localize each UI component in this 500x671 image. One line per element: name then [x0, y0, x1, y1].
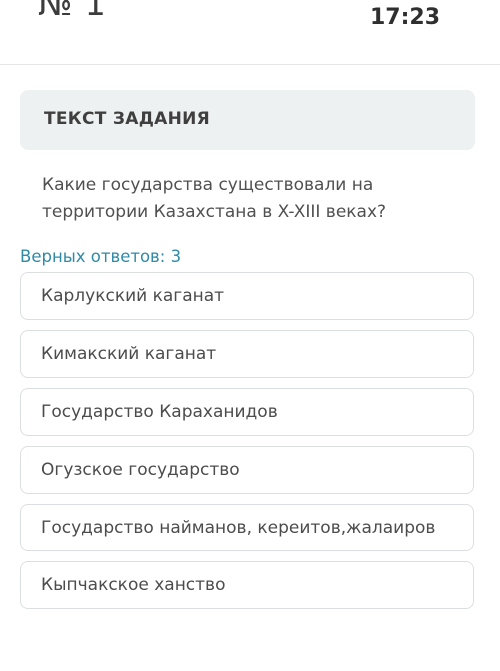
task-number: № 1 [38, 0, 107, 23]
question-text: Какие государства существовали на террит… [42, 175, 387, 222]
task-panel-title: ТЕКСТ ЗАДАНИЯ [44, 109, 211, 129]
task-text-panel: ТЕКСТ ЗАДАНИЯ [20, 90, 475, 150]
answer-option[interactable]: Карлукский каганат [20, 272, 474, 320]
answer-option[interactable]: Кыпчакское ханство [20, 561, 474, 609]
answer-option[interactable]: Государство Караханидов [20, 388, 474, 436]
answer-option[interactable]: Кимакский каганат [20, 330, 474, 378]
answer-option[interactable]: Огузское государство [20, 446, 474, 494]
correct-answers-count: Верных ответов: 3 [20, 247, 182, 266]
answer-options-list: Карлукский каганат Кимакский каганат Гос… [20, 272, 474, 619]
answer-option[interactable]: Государство найманов, кереитов,жалаиров [20, 504, 474, 551]
top-bar: № 1 17:23 [0, 0, 500, 65]
timer: 17:23 [370, 5, 441, 30]
